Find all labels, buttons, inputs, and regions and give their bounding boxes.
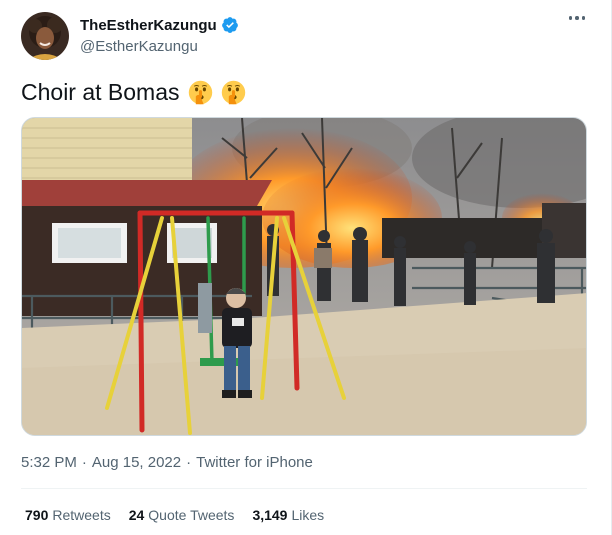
verified-badge-icon — [221, 17, 238, 33]
stat-value: 790 — [25, 507, 49, 523]
stat-label: Quote Tweets — [148, 507, 235, 523]
avatar[interactable] — [21, 12, 69, 60]
likes-count[interactable]: 3,149 Likes — [252, 507, 324, 523]
stat-label: Likes — [291, 507, 325, 523]
display-name[interactable]: TheEstherKazungu — [80, 17, 217, 34]
shushing-face-emoji — [221, 80, 245, 105]
tweet-card: TheEstherKazungu @EstherKazungu Choir at… — [0, 0, 612, 535]
handle[interactable]: @EstherKazungu — [80, 38, 239, 55]
author-info: TheEstherKazungu @EstherKazungu — [80, 16, 239, 55]
divider — [21, 488, 587, 489]
meta-separator: · — [81, 454, 87, 471]
tweet-date[interactable]: Aug 15, 2022 — [92, 454, 181, 471]
quote-tweets-count[interactable]: 24 Quote Tweets — [129, 507, 235, 523]
tweet-time[interactable]: 5:32 PM — [21, 454, 77, 471]
tweet-body: Choir at Bomas — [21, 79, 180, 105]
tweet-meta: 5:32 PM · Aug 15, 2022 · Twitter for iPh… — [21, 454, 313, 471]
meta-separator: · — [186, 454, 192, 471]
tweet-stats: 790 Retweets 24 Quote Tweets 3,149 Likes — [25, 507, 324, 523]
retweets-count[interactable]: 790 Retweets — [25, 507, 111, 523]
tweet-source[interactable]: Twitter for iPhone — [196, 454, 313, 471]
stat-value: 3,149 — [252, 507, 288, 523]
tweet-photo[interactable] — [21, 117, 587, 436]
shushing-face-emoji — [188, 80, 212, 105]
stat-label: Retweets — [52, 507, 111, 523]
more-horizontal-icon[interactable] — [568, 16, 585, 20]
tweet-text: Choir at Bomas — [21, 79, 246, 106]
stat-value: 24 — [128, 507, 145, 523]
